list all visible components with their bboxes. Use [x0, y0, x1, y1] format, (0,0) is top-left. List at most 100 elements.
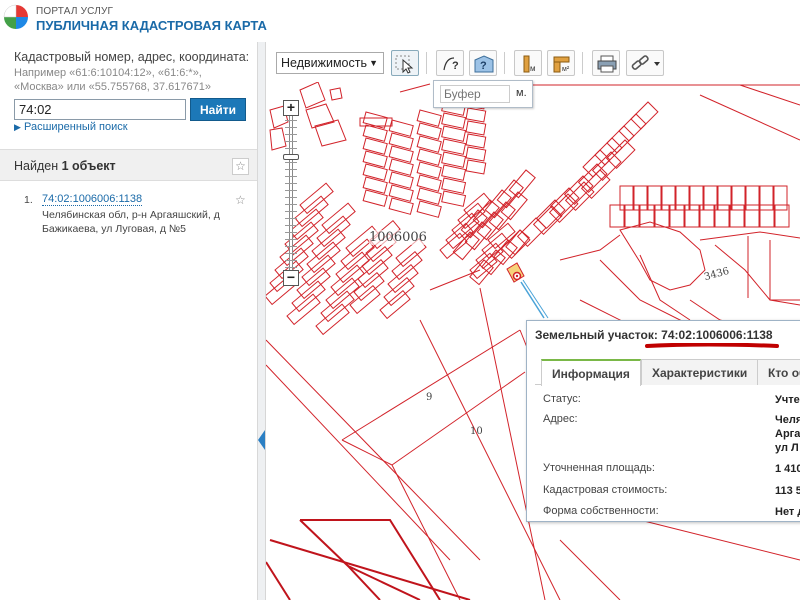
parcel-outline[interactable]	[439, 232, 468, 260]
parcel-outline[interactable]	[320, 290, 355, 323]
parcel-outline[interactable]	[416, 200, 442, 218]
print-button[interactable]	[592, 50, 620, 76]
link-button[interactable]	[626, 50, 664, 76]
search-button[interactable]: Найти	[190, 98, 246, 121]
parcel-outline[interactable]	[391, 251, 423, 281]
parcel-outline[interactable]	[362, 124, 388, 142]
star-icon[interactable]: ☆	[235, 193, 246, 207]
measure-button[interactable]: м	[514, 50, 542, 76]
parcel-outline[interactable]	[630, 101, 659, 130]
panel-splitter[interactable]	[258, 42, 266, 600]
parcel-outline[interactable]	[321, 202, 356, 235]
parcel-outline[interactable]	[301, 254, 336, 287]
parcel-outline[interactable]	[416, 161, 442, 179]
parcel-outline[interactable]	[465, 146, 487, 162]
parcel-outline[interactable]	[299, 182, 334, 215]
parcel-outline[interactable]	[388, 184, 414, 202]
parcel-outline[interactable]	[388, 171, 414, 189]
tab-characteristics[interactable]: Характеристики	[641, 359, 759, 385]
parcel-outline[interactable]	[731, 185, 746, 211]
identify-button[interactable]: ?	[436, 50, 464, 76]
parcel-outline[interactable]	[619, 185, 634, 211]
tab-owners[interactable]: Кто об	[757, 359, 800, 385]
parcel-outline[interactable]	[416, 187, 442, 205]
parcel-outline[interactable]	[773, 185, 788, 211]
parcel-outline[interactable]	[488, 201, 516, 231]
parcel-outline[interactable]	[379, 290, 411, 320]
parcel-outline[interactable]	[745, 185, 760, 211]
parcel-outline[interactable]	[388, 197, 414, 215]
parcel-outline[interactable]	[609, 204, 625, 228]
zoom-track[interactable]	[289, 114, 293, 274]
parcel-outline[interactable]	[759, 185, 774, 211]
parcel-outline[interactable]	[311, 228, 346, 261]
parcel-outline[interactable]	[699, 204, 715, 228]
parcel-outline[interactable]	[387, 264, 419, 294]
parcel-outline[interactable]	[316, 215, 351, 248]
parcel-outline[interactable]	[675, 185, 690, 211]
parcel-outline[interactable]	[416, 174, 442, 192]
parcel-outline[interactable]	[335, 251, 370, 284]
parcel-outline[interactable]	[362, 163, 388, 181]
parcel-outline[interactable]	[624, 204, 640, 228]
select-tool-button[interactable]	[391, 50, 419, 76]
parcel-outline[interactable]	[296, 267, 331, 300]
parcel-outline[interactable]	[508, 169, 536, 199]
parcel-outline[interactable]	[465, 159, 487, 175]
parcel-outline[interactable]	[759, 204, 775, 228]
parcel-outline[interactable]	[605, 139, 636, 169]
star-icon[interactable]: ☆	[232, 158, 249, 175]
parcel-outline[interactable]	[465, 133, 487, 149]
collapse-arrow-icon[interactable]	[258, 430, 265, 450]
parcel-outline[interactable]	[294, 195, 329, 228]
parcel-outline[interactable]	[388, 145, 414, 163]
measure-area-button[interactable]: м²	[547, 50, 575, 76]
portal-name[interactable]: ПОРТАЛ УСЛУГ	[36, 6, 113, 17]
parcel-outline[interactable]	[361, 246, 393, 276]
parcel-outline[interactable]	[505, 229, 530, 256]
parcel-outline[interactable]	[388, 158, 414, 176]
parcel-outline[interactable]	[416, 122, 442, 140]
advanced-search-link[interactable]: ▶ Расширенный поиск	[14, 121, 128, 133]
parcel-outline[interactable]	[487, 222, 516, 250]
parcel-outline[interactable]	[469, 252, 498, 280]
page-title[interactable]: ПУБЛИЧНАЯ КАДАСТРОВАЯ КАРТА	[36, 18, 267, 33]
parcel-outline[interactable]	[286, 293, 321, 326]
zoom-out-button[interactable]: −	[283, 270, 299, 286]
parcel-outline[interactable]	[383, 277, 415, 307]
parcel-outline[interactable]	[362, 137, 388, 155]
parcel-outline[interactable]	[465, 120, 487, 136]
parcel-outline[interactable]	[669, 204, 685, 228]
parcel-outline[interactable]	[684, 204, 700, 228]
parcel-outline[interactable]	[416, 109, 442, 127]
parcel-outline[interactable]	[416, 148, 442, 166]
zoom-handle[interactable]	[283, 154, 299, 160]
parcel-outline[interactable]	[362, 189, 388, 207]
zoom-in-button[interactable]: +	[283, 100, 299, 116]
parcel-outline[interactable]	[744, 204, 760, 228]
parcel-outline[interactable]	[362, 150, 388, 168]
parcel-outline[interactable]	[451, 212, 480, 240]
parcel-outline[interactable]	[306, 241, 341, 274]
parcel-outline[interactable]	[357, 259, 389, 289]
zoom-slider[interactable]: + −	[283, 100, 299, 286]
parcel-outline[interactable]	[388, 119, 414, 137]
buffer-input[interactable]	[440, 85, 510, 103]
parcel-outline[interactable]	[496, 179, 524, 209]
parcel-outline[interactable]	[465, 107, 487, 123]
parcel-outline[interactable]	[388, 132, 414, 150]
parcel-outline[interactable]	[416, 135, 442, 153]
parcel-outline[interactable]	[325, 277, 360, 310]
parcel-outline[interactable]	[563, 175, 594, 205]
parcel-outline[interactable]	[549, 187, 580, 217]
info-button[interactable]: ?	[469, 50, 497, 76]
tab-information[interactable]: Информация	[541, 359, 641, 386]
parcel-outline[interactable]	[500, 191, 528, 221]
result-link[interactable]: 74:02:1006006:1138	[42, 193, 143, 206]
parcel-outline[interactable]	[362, 176, 388, 194]
parcel-outline[interactable]	[689, 185, 704, 211]
parcel-outline[interactable]	[577, 163, 608, 193]
parcel-outline[interactable]	[315, 303, 350, 336]
layer-select[interactable]: Недвижимость ▼	[276, 52, 384, 74]
search-input[interactable]	[14, 99, 186, 120]
